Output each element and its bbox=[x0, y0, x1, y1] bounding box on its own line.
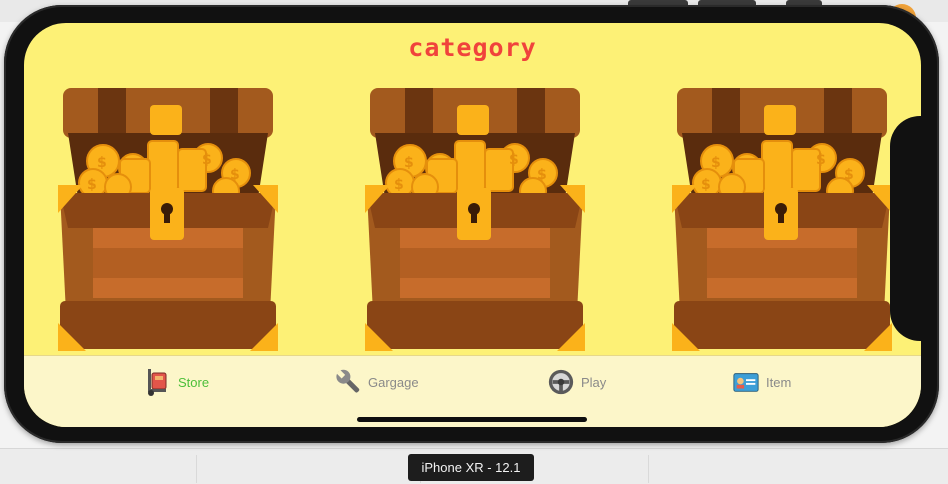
svg-text:$: $ bbox=[816, 152, 826, 168]
svg-text:$: $ bbox=[230, 167, 240, 183]
tab-gargage-label: Gargage bbox=[368, 374, 419, 390]
simulator-device-label: iPhone XR - 12.1 bbox=[408, 454, 534, 481]
device-notch bbox=[890, 116, 930, 341]
tab-store[interactable]: Store bbox=[144, 364, 209, 400]
iphone-device-frame: category $ $ $ $ $ $ $ $ $ $ $ $ Store G… bbox=[4, 5, 939, 443]
tab-item-label: Item bbox=[766, 374, 792, 390]
app-screen: category $ $ $ $ $ $ $ $ $ $ $ $ Store G… bbox=[24, 23, 921, 427]
hand-truck-icon bbox=[148, 369, 167, 396]
steering-wheel-icon bbox=[548, 369, 574, 395]
treasure-chest-3[interactable]: $ $ $ $ bbox=[672, 83, 892, 353]
tab-gargage[interactable]: Gargage bbox=[334, 364, 419, 400]
tab-store-label: Store bbox=[178, 374, 210, 390]
svg-text:$: $ bbox=[404, 155, 414, 171]
treasure-chest-2[interactable]: $ $ $ $ bbox=[365, 83, 585, 353]
host-divider bbox=[648, 455, 649, 483]
home-indicator[interactable] bbox=[357, 417, 587, 422]
svg-text:$: $ bbox=[844, 167, 854, 183]
wrench-icon bbox=[336, 369, 360, 393]
treasure-chest-icon: $ $ $ $ bbox=[58, 88, 278, 351]
svg-text:$: $ bbox=[394, 177, 404, 193]
treasure-chest-1[interactable]: $ $ $ $ bbox=[58, 83, 278, 353]
id-card-icon bbox=[733, 373, 759, 392]
treasure-chest-icon: $ $ $ $ bbox=[365, 88, 585, 351]
host-divider bbox=[196, 455, 197, 483]
svg-text:$: $ bbox=[711, 155, 721, 171]
svg-text:$: $ bbox=[97, 155, 107, 171]
svg-text:$: $ bbox=[537, 167, 547, 183]
tab-play[interactable]: Play bbox=[547, 364, 606, 400]
tab-play-label: Play bbox=[581, 374, 607, 390]
svg-text:$: $ bbox=[509, 152, 519, 168]
tab-item[interactable]: Item bbox=[732, 364, 791, 400]
treasure-chest-icon: $ $ $ $ bbox=[672, 88, 892, 351]
svg-text:$: $ bbox=[87, 177, 97, 193]
svg-text:$: $ bbox=[202, 152, 212, 168]
svg-text:$: $ bbox=[701, 177, 711, 193]
page-title: category bbox=[408, 33, 537, 62]
